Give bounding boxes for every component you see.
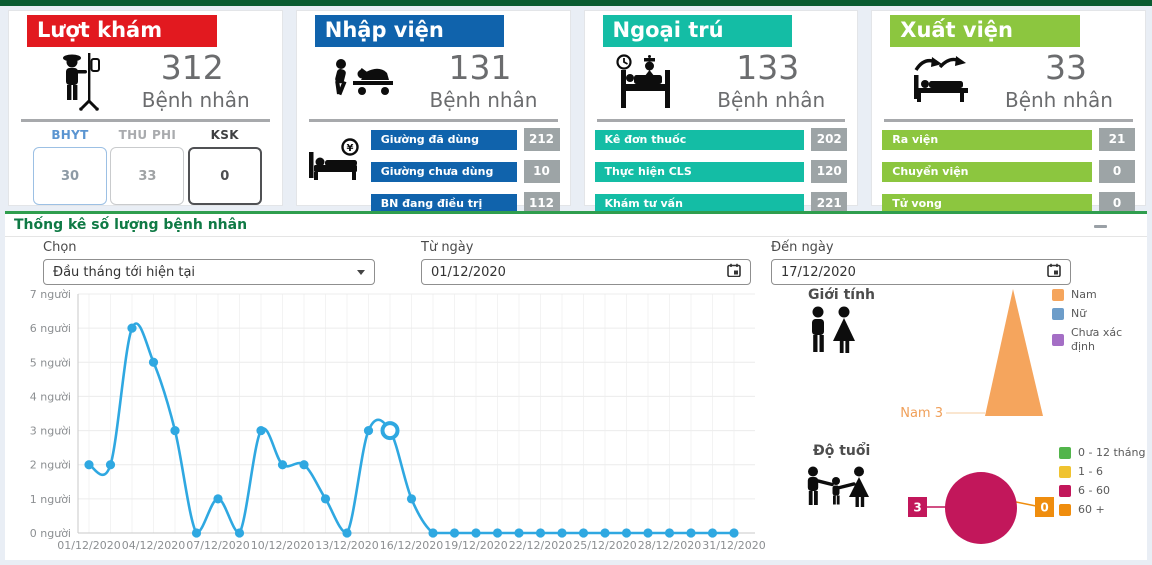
- row-value: 120: [811, 160, 847, 183]
- row-value: 0: [1099, 160, 1135, 183]
- svg-text:19/12/2020: 19/12/2020: [444, 539, 507, 552]
- thu-phi-label: THU PHI: [110, 128, 184, 142]
- patient-iv-icon: [57, 51, 101, 115]
- svg-text:3 người: 3 người: [30, 425, 71, 438]
- age-title: Độ tuổi: [813, 443, 870, 459]
- row-label: Thực hiện CLS: [595, 162, 805, 182]
- male-female-icon: [805, 306, 859, 366]
- legend-label: 60 +: [1078, 503, 1105, 517]
- svg-text:10/12/2020: 10/12/2020: [251, 539, 314, 552]
- svg-text:04/12/2020: 04/12/2020: [122, 539, 185, 552]
- patient-count-line-chart[interactable]: 0 người1 người2 người3 người4 người5 ngư…: [5, 214, 775, 562]
- svg-text:13/12/2020: 13/12/2020: [315, 539, 378, 552]
- card-divider: [21, 119, 270, 122]
- gender-title: Giới tính: [808, 287, 875, 303]
- svg-text:4 người: 4 người: [30, 390, 71, 403]
- legend-swatch: [1052, 334, 1064, 346]
- card-nhap-vien: Nhập viện 131 Bệnh nhân: [296, 10, 571, 206]
- card-title-nhap-vien: Nhập viện: [315, 15, 505, 47]
- legend-swatch: [1052, 308, 1064, 320]
- row-value: 10: [524, 160, 560, 183]
- to-date-label: Đến ngày: [771, 240, 834, 255]
- age-pie-chart[interactable]: 30: [900, 459, 1080, 559]
- legend-item[interactable]: 0 - 12 tháng: [1059, 446, 1145, 460]
- legend-swatch: [1059, 466, 1071, 478]
- bed-fee-icon: ¥: [307, 128, 371, 215]
- svg-text:0: 0: [1040, 501, 1048, 515]
- row-label: Chuyển viện: [882, 162, 1092, 182]
- legend-item[interactable]: 1 - 6: [1059, 465, 1145, 479]
- discharge-bed-icon: [910, 53, 972, 111]
- row-value: 212: [524, 128, 560, 151]
- svg-text:¥: ¥: [346, 143, 353, 154]
- row-label: Kê đơn thuốc: [595, 130, 805, 150]
- stretcher-icon: [331, 57, 397, 107]
- legend-label: 0 - 12 tháng: [1078, 446, 1145, 460]
- svg-text:1 người: 1 người: [30, 493, 71, 506]
- legend-label: Nam: [1071, 288, 1097, 302]
- gender-funnel-chart[interactable]: Nam 3: [880, 276, 1065, 426]
- legend-label: Nữ: [1071, 307, 1086, 321]
- svg-text:5 người: 5 người: [30, 356, 71, 369]
- legend-item[interactable]: Chưa xác định: [1052, 326, 1147, 354]
- gender-legend: Nam Nữ Chưa xác định: [1052, 288, 1147, 354]
- legend-swatch: [1059, 504, 1071, 516]
- row-value: 21: [1099, 128, 1135, 151]
- legend-label: 1 - 6: [1078, 465, 1103, 479]
- svg-text:01/12/2020: 01/12/2020: [57, 539, 120, 552]
- bhyt-value-box: 30: [33, 147, 107, 205]
- card-divider: [309, 119, 558, 122]
- svg-text:28/12/2020: 28/12/2020: [638, 539, 701, 552]
- family-icon: [803, 466, 869, 518]
- card-ngoai-tru: Ngoại trú 133 Bệnh nhân Kê đơn: [584, 10, 859, 206]
- row-label: Ra viện: [882, 130, 1092, 150]
- card-divider: [884, 119, 1133, 122]
- legend-label: Chưa xác định: [1071, 326, 1147, 354]
- svg-text:07/12/2020: 07/12/2020: [186, 539, 249, 552]
- ksk-value-box: 0: [188, 147, 262, 205]
- legend-swatch: [1059, 447, 1071, 459]
- legend-item[interactable]: Nữ: [1052, 307, 1147, 321]
- bhyt-label: BHYT: [33, 128, 107, 142]
- svg-text:22/12/2020: 22/12/2020: [509, 539, 572, 552]
- to-date-value: 17/12/2020: [781, 265, 856, 280]
- svg-text:3: 3: [913, 501, 921, 515]
- card-luot-kham: Lượt khám 312 Bệnh nhân BHYT: [8, 10, 283, 206]
- legend-item[interactable]: 60 +: [1059, 503, 1145, 517]
- legend-swatch: [1059, 485, 1071, 497]
- top-green-bar: [0, 0, 1152, 6]
- thu-phi-value-box: 33: [110, 147, 184, 205]
- statistics-panel: Thống kê số lượng bệnh nhân Chọn Đầu thá…: [5, 211, 1147, 560]
- age-legend: 0 - 12 tháng 1 - 6 6 - 60 60 +: [1059, 446, 1145, 517]
- summary-cards-row: Lượt khám 312 Bệnh nhân BHYT: [8, 10, 1146, 206]
- svg-text:6 người: 6 người: [30, 322, 71, 335]
- card-title-ngoai-tru: Ngoại trú: [603, 15, 793, 47]
- svg-text:Nam 3: Nam 3: [900, 406, 943, 421]
- svg-text:7 người: 7 người: [30, 288, 71, 301]
- card-xuat-vien: Xuất viện 33 Bệnh nhân Ra viện2: [871, 10, 1146, 206]
- legend-item[interactable]: Nam: [1052, 288, 1147, 302]
- svg-text:25/12/2020: 25/12/2020: [573, 539, 636, 552]
- card-title-luot-kham: Lượt khám: [27, 15, 217, 47]
- minimize-icon[interactable]: [1094, 225, 1107, 228]
- card-divider: [597, 119, 846, 122]
- legend-label: 6 - 60: [1078, 484, 1110, 498]
- row-value: 202: [811, 128, 847, 151]
- ksk-label: KSK: [188, 128, 262, 142]
- svg-text:16/12/2020: 16/12/2020: [380, 539, 443, 552]
- svg-text:2 người: 2 người: [30, 459, 71, 472]
- legend-item[interactable]: 6 - 60: [1059, 484, 1145, 498]
- card-title-xuat-vien: Xuất viện: [890, 15, 1080, 47]
- row-label: Giường chưa dùng: [371, 162, 517, 182]
- legend-swatch: [1052, 289, 1064, 301]
- svg-text:31/12/2020: 31/12/2020: [702, 539, 765, 552]
- row-label: Giường đã dùng: [371, 130, 517, 150]
- outpatient-bed-icon: [613, 53, 679, 115]
